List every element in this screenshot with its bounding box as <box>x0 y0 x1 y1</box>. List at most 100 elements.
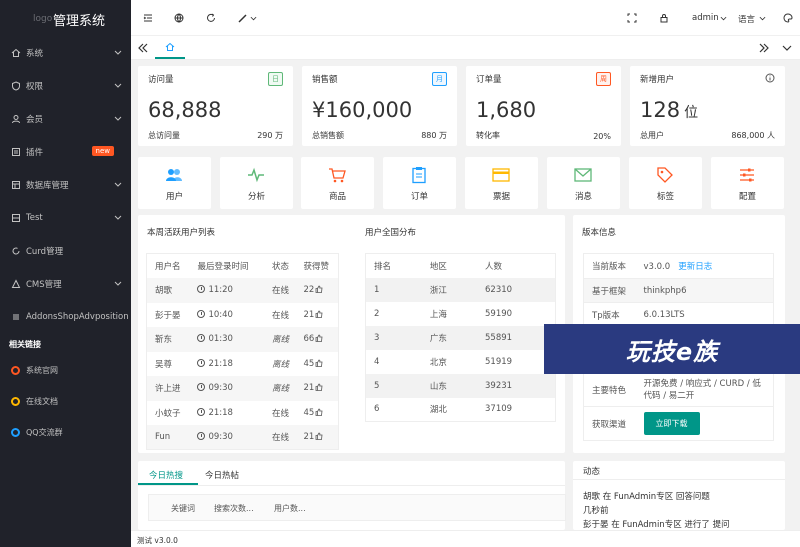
sidebar-item-label: Curd管理 <box>26 246 64 257</box>
sidebar-item-database[interactable]: 数据库管理 <box>0 168 131 201</box>
stat-card-orders: 订单量 周 1,680 转化率 20% <box>466 66 621 146</box>
sidebar-item-addons[interactable]: AddonsShopAdvposition <box>0 300 131 333</box>
news-title: 动态 <box>583 467 601 477</box>
lock-icon[interactable] <box>659 13 669 23</box>
version-title: 版本信息 <box>582 228 617 238</box>
table-row: 吴尊 21:18 离线 45 <box>147 352 339 377</box>
shortcut-label: 分析 <box>247 192 265 202</box>
stat-card-new-users: 新增用户 128 位 总用户 868,000 人 <box>630 66 785 146</box>
tab-home[interactable] <box>155 36 185 59</box>
news-time: 几秒前 <box>583 506 609 516</box>
active-users-table: 用户名 最后登录时间 状态 获得赞 胡歌 11:20 在线 22 彭于晏 10:… <box>146 253 339 450</box>
status: 离线 <box>263 327 296 352</box>
stat-number: 128 <box>640 98 681 122</box>
framework-value: thinkphp6 <box>635 278 774 303</box>
tabs-menu-icon[interactable] <box>782 42 792 54</box>
divider <box>573 479 785 480</box>
circle-icon <box>11 428 20 437</box>
refresh-icon[interactable] <box>206 13 216 23</box>
chevron-down-icon[interactable] <box>250 13 257 23</box>
fullscreen-icon[interactable] <box>627 13 637 23</box>
user-menu[interactable]: admin <box>692 13 719 23</box>
clock-icon <box>197 334 206 343</box>
table-row: 小蚊子 21:18 在线 45 <box>147 401 339 426</box>
tp-label: Tp版本 <box>583 302 636 327</box>
chevron-down-icon <box>114 281 122 286</box>
count: 62310 <box>477 277 556 302</box>
sidebar-item-test[interactable]: Test <box>0 201 131 234</box>
table-row: 2 上海 59190 <box>366 302 556 326</box>
login-time: 09:30 <box>189 425 264 450</box>
stat-card-visits: 访问量 日 68,888 总访问量 290 万 <box>138 66 293 146</box>
table-header-row: 用户名 最后登录时间 状态 获得赞 <box>146 253 339 278</box>
sidebar-item-curd[interactable]: Curd管理 <box>0 234 131 267</box>
language-menu[interactable]: 语言 <box>738 13 755 25</box>
time-text: 21:18 <box>208 407 233 418</box>
user-name: 许上进 <box>146 376 190 401</box>
likes: 21 <box>295 425 339 450</box>
shield-icon <box>11 80 21 91</box>
version-label: 当前版本 <box>583 253 636 279</box>
login-time: 01:30 <box>189 327 264 352</box>
thumbs-up-icon <box>315 359 323 367</box>
sidebar-item-permission[interactable]: 权限 <box>0 69 131 102</box>
sidebar-item-plugin[interactable]: 插件 new <box>0 135 131 168</box>
table-header: 最后登录时间 <box>189 253 264 278</box>
table-row: 当前版本 v3.0.0 更新日志 <box>583 253 774 279</box>
clock-icon <box>197 407 206 416</box>
sidebar-item-system[interactable]: 系统 <box>0 36 131 69</box>
logo-text: logo <box>33 14 53 24</box>
theme-icon[interactable] <box>783 13 793 23</box>
region-section: 用户全国分布 排名 地区 人数 1 浙江 62310 2 上海 59190 3 广东 558… <box>365 215 565 453</box>
shortcut-users[interactable]: 用户 <box>138 157 211 209</box>
rank: 4 <box>374 356 380 367</box>
status: 在线 <box>263 278 296 303</box>
tabs-scroll-left-icon[interactable] <box>138 42 148 54</box>
shortcut-analysis[interactable]: 分析 <box>220 157 293 209</box>
sidebar-item-cms[interactable]: CMS管理 <box>0 267 131 300</box>
shortcut-messages[interactable]: 消息 <box>547 157 620 209</box>
link-label: 系统官网 <box>26 366 58 375</box>
likes-count: 66 <box>303 334 315 345</box>
info-icon[interactable] <box>765 73 775 83</box>
status: 在线 <box>263 425 296 450</box>
area: 北京 <box>429 357 447 368</box>
globe-icon[interactable] <box>174 13 184 23</box>
user-name: 胡歌 <box>146 278 190 303</box>
table-row: 6 湖北 37109 <box>366 398 556 422</box>
tabs-bar <box>131 36 800 60</box>
news-item[interactable]: 彭于晏 在 FunAdmin专区 进行了 提问 <box>583 518 730 530</box>
download-button[interactable]: 立即下载 <box>643 412 700 435</box>
shortcut-tags[interactable]: 标签 <box>629 157 702 209</box>
menu-fold-icon[interactable] <box>143 13 153 23</box>
news-item[interactable]: 胡歌 在 FunAdmin专区 回答问题 <box>583 490 710 502</box>
stat-foot-value: 868,000 人 <box>731 131 775 140</box>
brush-icon[interactable] <box>238 13 248 23</box>
changelog-link[interactable]: 更新日志 <box>678 262 712 272</box>
chevron-down-icon[interactable] <box>720 13 727 23</box>
user-name: 吴尊 <box>155 359 173 370</box>
table-header: 用户名 <box>146 253 190 278</box>
shortcut-goods[interactable]: 商品 <box>301 157 374 209</box>
hot-panel: 今日热搜 今日热帖 关键词 搜索次数... 用户数... <box>138 461 566 530</box>
link-qq-group[interactable]: QQ交流群 <box>0 417 131 448</box>
table-row: 5 山东 39231 <box>365 373 556 398</box>
chevron-down-icon[interactable] <box>759 13 766 23</box>
tab-hot-posts[interactable]: 今日热帖 <box>205 469 239 481</box>
time-text: 11:20 <box>208 285 233 296</box>
stat-foot-label: 总访问量 <box>148 131 180 140</box>
link-online-docs[interactable]: 在线文档 <box>0 386 131 417</box>
shortcut-config[interactable]: 配置 <box>711 157 784 209</box>
table-row: 基于框架 thinkphp6 <box>583 278 774 303</box>
shortcut-bills[interactable]: 票据 <box>465 157 538 209</box>
sidebar-item-member[interactable]: 会员 <box>0 102 131 135</box>
tab-hot-search[interactable]: 今日热搜 <box>149 469 183 481</box>
tabs-scroll-right-icon[interactable] <box>759 42 769 54</box>
rank: 5 <box>365 373 422 398</box>
shortcut-orders[interactable]: 订单 <box>383 157 456 209</box>
stat-title: 访问量 <box>148 75 174 85</box>
cart-icon <box>329 168 346 183</box>
new-badge: new <box>91 146 114 156</box>
version-value: v3.0.0 更新日志 <box>635 253 774 279</box>
link-official-site[interactable]: 系统官网 <box>0 355 131 386</box>
